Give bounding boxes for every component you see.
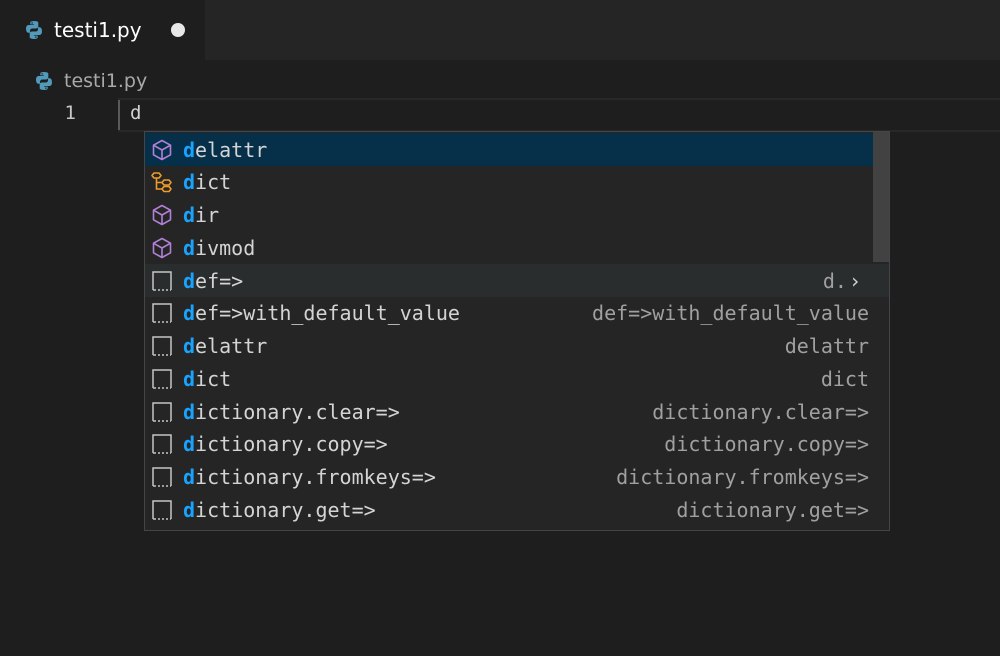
read-more-chevron-icon[interactable]: › [849, 269, 861, 293]
suggestion-match: d [183, 235, 196, 260]
cursor-line-marker [118, 100, 120, 130]
breadcrumb-file: testi1.py [64, 70, 148, 92]
snippet-icon [150, 432, 174, 456]
suggestion-label: divmod [183, 236, 255, 260]
suggestion-item[interactable]: dict dict [145, 362, 889, 395]
suggestion-detail-text: def=>with_default_value [592, 301, 869, 326]
suggestion-detail: dictionary.get=> [676, 498, 869, 522]
suggestion-rest: ict [195, 366, 232, 391]
suggestion-item[interactable]: dictionary.clear=> dictionary.clear=> [145, 395, 889, 428]
suggestion-match: d [183, 334, 196, 358]
suggestion-detail-text: delattr [784, 334, 869, 358]
cube-icon [150, 236, 174, 260]
suggestion-item[interactable]: divmod [145, 231, 889, 264]
suggestion-item[interactable]: dir [145, 199, 889, 232]
suggestion-match: d [183, 465, 196, 489]
suggestion-item[interactable]: def=>with_default_value def=>with_default… [145, 297, 889, 330]
suggestion-match: d [183, 301, 196, 326]
suggestion-label: dictionary.fromkeys=> [183, 465, 436, 489]
suggestion-rest: ictionary.clear=> [195, 399, 400, 424]
suggestion-item[interactable]: delattr [145, 133, 889, 166]
suggestion-item[interactable]: dictionary.fromkeys=> dictionary.fromkeys… [145, 461, 889, 494]
suggestion-rest: ivmod [195, 235, 256, 260]
suggestion-item[interactable]: delattr delattr [145, 330, 889, 363]
suggestion-detail: def=>with_default_value [592, 301, 869, 325]
suggestion-match: d [183, 268, 196, 293]
python-icon [34, 71, 54, 91]
suggestion-detail: dictionary.copy=> [664, 432, 869, 456]
suggestion-match: d [183, 170, 196, 195]
suggestion-detail: dictionary.fromkeys=> [616, 465, 869, 489]
suggestion-item[interactable]: dictionary.get=> dictionary.get=> [145, 493, 889, 526]
class-icon [150, 170, 174, 194]
cube-icon [150, 138, 174, 162]
suggestion-label: dir [183, 203, 219, 227]
suggestion-label: dictionary.clear=> [183, 400, 400, 424]
tab-label: testi1.py [54, 18, 142, 42]
suggestion-detail-text: dictionary.get=> [676, 497, 869, 522]
suggestion-detail: delattr [785, 334, 869, 358]
suggestion-label: delattr [183, 138, 267, 162]
snippet-icon [150, 301, 174, 325]
suggestion-rest: ict [195, 170, 232, 195]
tab-testi1[interactable]: testi1.py [0, 0, 205, 60]
suggestion-label: delattr [183, 334, 267, 358]
suggestion-match: d [183, 366, 196, 391]
suggestion-label: dict [183, 170, 231, 194]
current-line-highlight [118, 98, 1000, 132]
scrollbar-thumb[interactable] [873, 132, 889, 262]
suggestion-rest: ictionary.copy=> [195, 432, 388, 457]
suggestion-label: dictionary.get=> [183, 498, 376, 522]
suggestion-rest: ef=>with_default_value [195, 301, 460, 326]
suggestion-match: d [183, 497, 196, 522]
suggestion-label: def=> [183, 269, 243, 293]
snippet-icon [150, 269, 174, 293]
suggestion-detail: dictionary.clear=> [652, 400, 869, 424]
suggestion-label: def=>with_default_value [183, 301, 460, 325]
suggestion-rest: ictionary.fromkeys=> [195, 465, 436, 489]
suggestion-item[interactable]: def=> d. › [145, 264, 889, 297]
suggestion-label: dictionary.copy=> [183, 432, 388, 456]
snippet-icon [150, 367, 174, 391]
suggestion-detail-text: d. [822, 268, 847, 293]
suggestion-detail: dict [821, 367, 869, 391]
suggestion-match: d [183, 399, 196, 424]
suggestion-rest: ef=> [195, 268, 244, 293]
suggestion-detail: d. › [823, 269, 861, 293]
snippet-icon [150, 465, 174, 489]
suggestion-match: d [183, 432, 196, 457]
suggestion-rest: elattr [195, 137, 268, 162]
suggest-widget: delattr dict dir divmod def=> d. › def=>with_de… [144, 131, 890, 531]
cube-icon [150, 203, 174, 227]
unsaved-dot-icon[interactable] [171, 23, 185, 37]
suggestion-item[interactable]: dict [145, 166, 889, 199]
suggestion-rest: ictionary.get=> [195, 497, 376, 522]
snippet-icon [150, 334, 174, 358]
suggestion-detail-text: dict [820, 366, 869, 391]
suggestion-rest: elattr [195, 334, 268, 358]
suggestion-detail-text: dictionary.clear=> [652, 399, 869, 424]
tab-bar: testi1.py [0, 0, 1000, 60]
line-number: 1 [64, 102, 76, 124]
suggestion-detail-text: dictionary.copy=> [664, 432, 869, 457]
suggestion-rest: ir [195, 203, 220, 227]
suggestion-match: d [183, 203, 196, 227]
snippet-icon [150, 400, 174, 424]
suggestion-label: dict [183, 367, 231, 391]
snippet-icon [150, 498, 174, 522]
code-line[interactable]: d [130, 102, 141, 124]
python-icon [24, 20, 44, 40]
suggestion-match: d [183, 137, 196, 162]
suggestion-item[interactable]: dictionary.copy=> dictionary.copy=> [145, 428, 889, 461]
suggestion-detail-text: dictionary.fromkeys=> [616, 465, 869, 489]
breadcrumb[interactable]: testi1.py [34, 68, 147, 94]
